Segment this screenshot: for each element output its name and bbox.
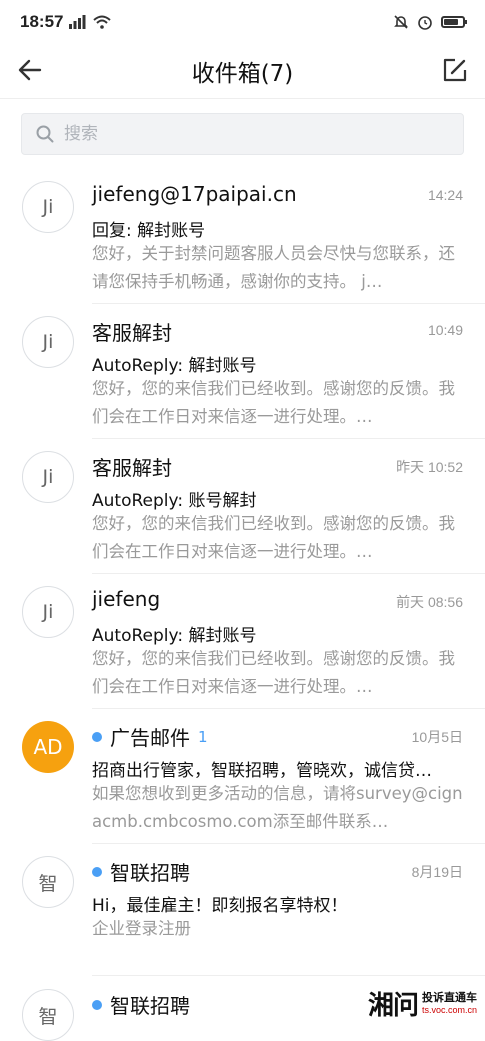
mail-preview: 您好，您的来信我们已经收到。感谢您的反馈。我们会在工作日对来信逐一进行处理。… <box>92 379 455 426</box>
mail-subject: AutoReply: 解封账号 <box>92 626 257 646</box>
watermark: 湘问 投诉直通车 ts.voc.com.cn <box>368 985 477 1022</box>
divider <box>92 708 485 709</box>
mail-item[interactable]: AD 广告邮件 1 10月5日 招商出行管家，智联招聘，管晓欢，诚信贷… 如果您… <box>0 711 485 846</box>
mail-time: 8月19日 <box>411 864 463 880</box>
search-box[interactable] <box>21 113 464 155</box>
alarm-icon <box>417 14 433 30</box>
divider <box>92 573 485 574</box>
status-right <box>393 14 467 30</box>
mail-time: 10:49 <box>427 322 463 338</box>
mail-item[interactable]: Ji jiefeng 前天 08:56 AutoReply: 解封账号 您好，您… <box>0 576 485 711</box>
mail-preview: 如果您想收到更多活动的信息，请将survey@cignacmb.cmbcosmo… <box>92 784 463 831</box>
avatar: Ji <box>22 586 74 638</box>
divider <box>92 438 485 439</box>
mail-time: 前天 08:56 <box>396 594 463 610</box>
mail-time: 14:24 <box>427 187 463 203</box>
status-left: 18:57 <box>20 12 112 32</box>
sender-name: 智联招聘 <box>110 994 190 1018</box>
mail-time: 昨天 10:52 <box>396 459 463 475</box>
avatar: 智 <box>22 856 74 908</box>
search-icon <box>36 125 54 143</box>
mail-item[interactable]: 智 智联招聘 8月19日 Hi，最佳雇主！即刻报名享特权！ 企业登录注册 <box>0 846 485 978</box>
status-bar: 18:57 <box>0 0 485 44</box>
unread-dot-icon <box>92 866 102 877</box>
mail-preview: 您好，您的来信我们已经收到。感谢您的反馈。我们会在工作日对来信逐一进行处理。… <box>92 649 455 696</box>
sender-row: 智联招聘 <box>92 857 463 886</box>
mail-time: 10月5日 <box>411 729 463 745</box>
battery-icon <box>441 16 467 28</box>
watermark-text: 投诉直通车 ts.voc.com.cn <box>421 990 477 1016</box>
watermark-logo: 湘问 <box>367 991 419 1021</box>
mail-subject: Hi，最佳雇主！即刻报名享特权！ <box>92 896 348 916</box>
nav-divider <box>0 98 485 99</box>
mail-preview: 企业登录注册 <box>92 919 191 938</box>
wifi-icon <box>93 15 112 29</box>
mail-subject: 回复: 解封账号 <box>92 221 206 241</box>
avatar: 智 <box>22 989 74 1041</box>
watermark-url: ts.voc.com.cn <box>421 1004 477 1015</box>
unread-count: 1 <box>198 727 208 746</box>
sender-row: 广告邮件 1 <box>92 722 463 751</box>
status-time: 18:57 <box>20 12 64 31</box>
divider <box>92 843 485 844</box>
mute-bell-icon <box>393 14 409 30</box>
mail-subject: 招商出行管家，智联招聘，管晓欢，诚信贷… <box>92 761 432 781</box>
compose-icon <box>443 58 467 82</box>
signal-icon <box>69 15 87 29</box>
sender-name: 智联招聘 <box>110 861 190 885</box>
mail-subject: AutoReply: 解封账号 <box>92 356 257 376</box>
avatar: AD <box>22 721 74 773</box>
mail-item[interactable]: Ji jiefeng@17paipai.cn 14:24 回复: 解封账号 您好… <box>0 170 485 306</box>
mail-item[interactable]: Ji 客服解封 昨天 10:52 AutoReply: 账号解封 您好，您的来信… <box>0 441 485 576</box>
avatar: Ji <box>22 451 74 503</box>
avatar: Ji <box>22 181 74 233</box>
sender-row: 客服解封 <box>92 317 463 346</box>
unread-dot-icon <box>92 999 102 1010</box>
divider <box>92 303 485 304</box>
mail-preview: 您好，关于封禁问题客服人员会尽快与您联系，还请您保持手机畅通，感谢你的支持。 j… <box>92 244 455 291</box>
avatar: Ji <box>22 316 74 368</box>
mail-preview: 您好，您的来信我们已经收到。感谢您的反馈。我们会在工作日对来信逐一进行处理。… <box>92 514 455 561</box>
sender-name: 广告邮件 <box>110 726 190 750</box>
divider <box>92 975 485 976</box>
page-title: 收件箱(7) <box>191 61 294 87</box>
unread-dot-icon <box>92 731 102 742</box>
sender-name: jiefeng <box>92 587 161 611</box>
mail-subject: AutoReply: 账号解封 <box>92 491 257 511</box>
search-input[interactable] <box>62 123 446 145</box>
sender-name: 客服解封 <box>92 456 172 480</box>
sender-name: 客服解封 <box>92 321 172 345</box>
sender-row: jiefeng@17paipai.cn <box>92 182 463 206</box>
watermark-slogan: 投诉直通车 <box>421 990 477 1004</box>
mail-item[interactable]: Ji 客服解封 10:49 AutoReply: 解封账号 您好，您的来信我们已… <box>0 306 485 441</box>
sender-name: jiefeng@17paipai.cn <box>92 182 297 206</box>
nav-bar: 收件箱(7) <box>0 44 485 96</box>
compose-button[interactable] <box>441 56 469 84</box>
